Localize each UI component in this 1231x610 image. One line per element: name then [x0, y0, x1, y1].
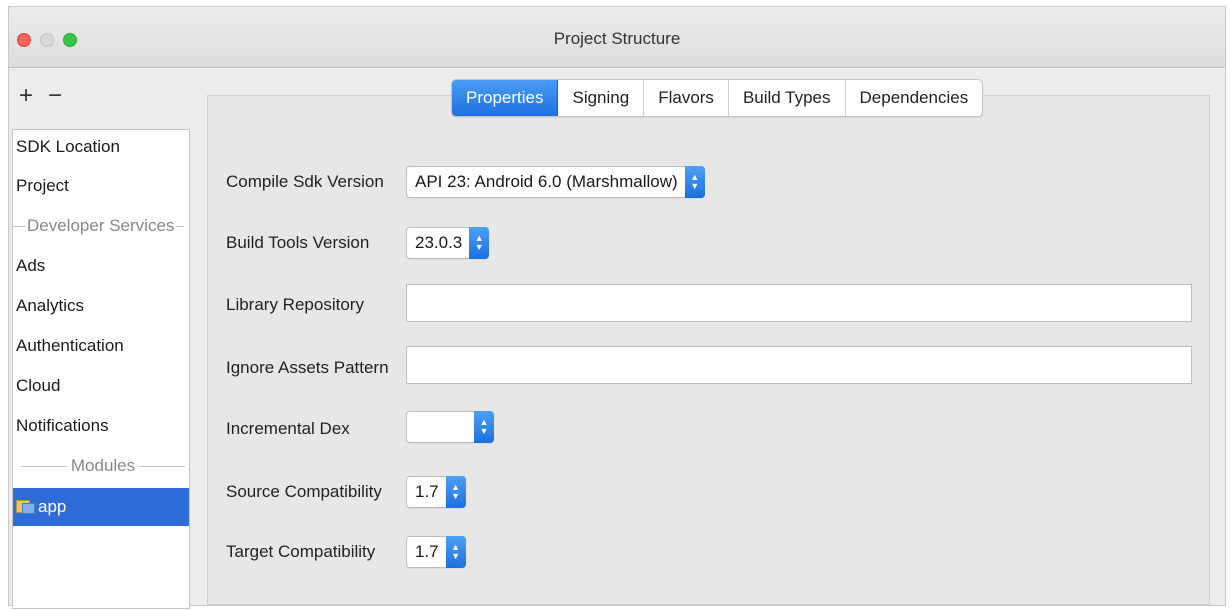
- sidebar-item-app-module[interactable]: app: [13, 488, 189, 526]
- source-compat-select[interactable]: 1.7 ▲ ▼: [406, 476, 466, 508]
- build-tools-value: 23.0.3: [415, 233, 463, 252]
- sidebar-item-ads[interactable]: Ads: [13, 246, 189, 286]
- target-compat-select[interactable]: 1.7 ▲ ▼: [406, 536, 466, 568]
- sidebar-item-project[interactable]: Project: [13, 166, 189, 206]
- source-compat-value: 1.7: [415, 482, 439, 501]
- ignore-assets-label: Ignore Assets Pattern: [226, 358, 389, 377]
- library-repository-label: Library Repository: [226, 295, 364, 314]
- tab-properties[interactable]: Properties: [452, 80, 559, 116]
- chevron-up-down-icon[interactable]: ▲ ▼: [474, 411, 494, 443]
- tab-build-types[interactable]: Build Types: [729, 80, 846, 116]
- chevron-up-down-icon[interactable]: ▲ ▼: [469, 227, 490, 259]
- developer-services-separator: Developer Services: [13, 206, 189, 246]
- add-icon[interactable]: +: [19, 84, 33, 108]
- tab-dependencies[interactable]: Dependencies: [846, 80, 983, 116]
- sidebar-item-authentication[interactable]: Authentication: [13, 326, 189, 366]
- sidebar-item-sdk-location[interactable]: SDK Location: [13, 130, 189, 166]
- compile-sdk-label: Compile Sdk Version: [226, 172, 384, 191]
- sidebar-item-notifications[interactable]: Notifications: [13, 406, 189, 446]
- sidebar: SDK Location Project Developer Services …: [12, 129, 190, 609]
- chevron-up-down-icon[interactable]: ▲ ▼: [445, 536, 466, 568]
- source-compat-label: Source Compatibility: [226, 482, 382, 501]
- sidebar-item-cloud[interactable]: Cloud: [13, 366, 189, 406]
- build-tools-label: Build Tools Version: [226, 233, 370, 252]
- chevron-up-down-icon[interactable]: ▲ ▼: [445, 476, 466, 508]
- ignore-assets-field[interactable]: [406, 346, 1192, 384]
- compile-sdk-value: API 23: Android 6.0 (Marshmallow): [415, 172, 678, 191]
- incremental-dex-label: Incremental Dex: [226, 419, 350, 438]
- incremental-dex-select[interactable]: ▲ ▼: [406, 411, 494, 443]
- modules-separator: Modules: [13, 446, 189, 486]
- target-compat-label: Target Compatibility: [226, 542, 376, 561]
- remove-icon[interactable]: −: [48, 84, 62, 108]
- sidebar-item-analytics[interactable]: Analytics: [13, 286, 189, 326]
- developer-services-header: Developer Services: [27, 216, 175, 235]
- tab-signing[interactable]: Signing: [558, 80, 645, 116]
- compile-sdk-select[interactable]: API 23: Android 6.0 (Marshmallow) ▲ ▼: [406, 166, 705, 198]
- module-folder-icon: [16, 498, 36, 515]
- tab-flavors[interactable]: Flavors: [644, 80, 729, 116]
- chevron-up-down-icon[interactable]: ▲ ▼: [684, 166, 705, 198]
- modules-header: Modules: [70, 456, 136, 475]
- window-title: Project Structure: [553, 29, 681, 48]
- title-bar: Project Structure: [9, 7, 1225, 68]
- tab-bar: Properties Signing Flavors Build Types D…: [451, 79, 984, 117]
- target-compat-value: 1.7: [415, 542, 439, 561]
- sidebar-item-label: app: [38, 497, 67, 516]
- library-repository-field[interactable]: [406, 284, 1192, 322]
- build-tools-select[interactable]: 23.0.3 ▲ ▼: [406, 227, 490, 259]
